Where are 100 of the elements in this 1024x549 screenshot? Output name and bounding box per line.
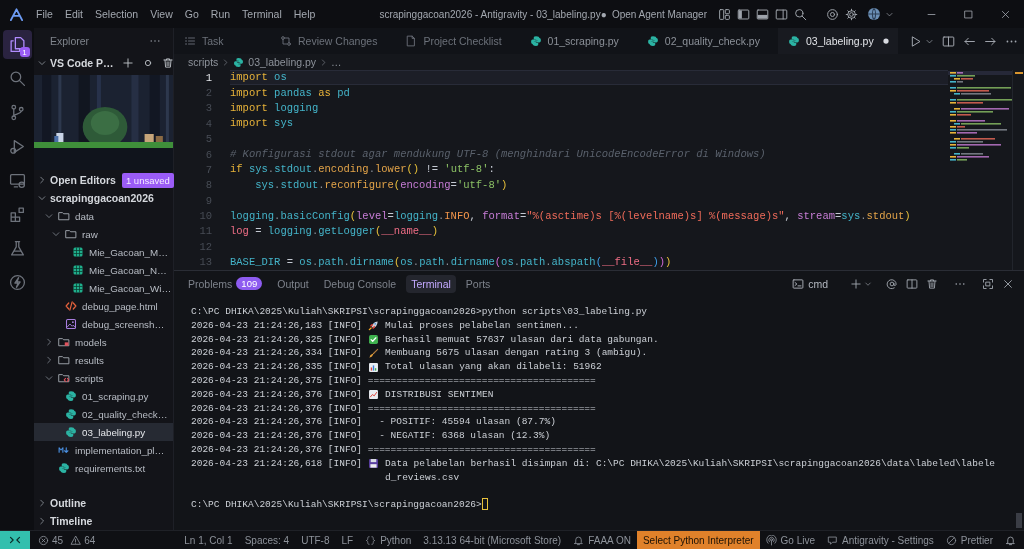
python-icon <box>646 35 659 47</box>
panel-tab[interactable]: Ports <box>460 274 496 293</box>
folder-item[interactable]: models <box>34 333 173 351</box>
secondary-sidebar-toggle-icon[interactable] <box>775 7 788 21</box>
folder-item[interactable]: raw <box>34 225 173 243</box>
plus-icon[interactable] <box>850 277 862 290</box>
tree-item[interactable]: Mie_Gacoan_M… <box>34 243 173 261</box>
breadcrumb-item[interactable]: scripts <box>188 56 219 68</box>
status-item[interactable]: UTF-8 <box>295 531 336 549</box>
tree-item[interactable]: debug_page.html <box>34 297 173 315</box>
breadcrumb-item[interactable]: 03_labeling.py <box>248 56 317 68</box>
globe-icon[interactable] <box>867 7 881 21</box>
status-item[interactable]: Select Python Interpreter <box>636 531 760 549</box>
layout-icon[interactable] <box>718 7 731 21</box>
editor-tab[interactable]: 01_scraping.py <box>519 28 637 54</box>
code-minimap[interactable] <box>948 71 1012 163</box>
split-terminal-icon[interactable] <box>906 277 918 290</box>
tree-item[interactable]: debug_screensh… <box>34 315 173 333</box>
tree-item[interactable]: implementation_pl… <box>34 441 173 459</box>
status-item[interactable]: 3.13.13 64-bit (Microsoft Store) <box>417 531 568 549</box>
folder-icon <box>58 336 70 348</box>
notifications-icon[interactable] <box>1005 534 1016 546</box>
menu-item[interactable]: Edit <box>58 8 89 20</box>
editor-tab[interactable]: Project Checklist <box>395 28 520 54</box>
split-editor-icon[interactable] <box>942 34 955 48</box>
editor-tab[interactable]: Task <box>174 28 270 54</box>
ring-icon[interactable] <box>826 7 839 21</box>
maximize-icon[interactable] <box>963 8 974 20</box>
status-item[interactable]: FAAA ON <box>567 531 637 549</box>
code-line: # Konfigurasi stdout agar mendukung UTF-8 (menghindari UnicodeEncodeError di Windows) <box>230 148 766 162</box>
bar-chart-icon <box>368 361 380 373</box>
folder-item[interactable]: data <box>34 207 173 225</box>
explorer-button[interactable]: 1 <box>2 30 32 59</box>
broadcast-icon <box>765 534 777 546</box>
status-item[interactable]: Python <box>359 531 418 549</box>
section-header[interactable]: Timeline <box>34 512 93 530</box>
agent-manager-button[interactable]: Open Agent Manager <box>607 8 711 20</box>
menu-item[interactable]: Run <box>204 8 237 20</box>
code-line: BASE_DIR = os.path.dirname(os.path.dirname(os.path.abspath(__file__))) <box>230 255 672 269</box>
menu-item[interactable]: Help <box>287 8 322 20</box>
breadcrumb-item[interactable]: … <box>331 56 342 68</box>
status-item[interactable]: Prettier <box>939 531 999 549</box>
editor-tab[interactable]: 02_quality_check.py <box>636 28 778 54</box>
menu-item[interactable]: View <box>144 8 179 20</box>
close-icon[interactable] <box>1000 8 1011 20</box>
run-icon[interactable] <box>909 34 922 48</box>
maximize-panel-icon[interactable] <box>982 277 994 290</box>
menu-item[interactable]: Go <box>178 8 205 20</box>
plus-icon[interactable] <box>121 57 134 69</box>
remote-button[interactable] <box>0 531 30 549</box>
settings-icon[interactable] <box>845 7 858 21</box>
tree-item[interactable]: 01_scraping.py <box>34 387 173 405</box>
trash-icon[interactable] <box>161 57 174 69</box>
status-item[interactable]: Go Live <box>759 531 822 549</box>
tree-item[interactable]: 02_quality_check… <box>34 405 173 423</box>
sidebar-toggle-icon[interactable] <box>737 7 750 21</box>
branch-icon <box>8 104 26 121</box>
tree-item[interactable]: 03_labeling.py <box>34 423 173 441</box>
panel-tab[interactable]: Terminal <box>406 274 456 293</box>
status-item[interactable]: Ln 1, Col 1 <box>178 531 239 549</box>
check-mark-icon <box>368 334 380 346</box>
panel-tab[interactable]: Debug Console <box>318 274 402 293</box>
tree-item[interactable]: Mie_Gacoan_Wi… <box>34 279 173 297</box>
search-icon[interactable] <box>794 7 807 21</box>
trash-icon[interactable] <box>926 277 938 290</box>
folder-item[interactable]: scripts <box>34 369 173 387</box>
editor-tab[interactable]: Review Changes <box>270 28 396 54</box>
status-item[interactable]: LF <box>335 531 360 549</box>
app-logo-icon[interactable] <box>9 6 24 22</box>
status-item[interactable]: Antigravity - Settings <box>821 531 940 549</box>
status-item[interactable]: Spaces: 4 <box>238 531 296 549</box>
section-header[interactable]: Open Editors 1 unsaved <box>34 171 174 189</box>
scrollbar-thumb[interactable] <box>1016 513 1022 528</box>
close-icon[interactable] <box>1002 277 1014 290</box>
log-prefix: 2026-04-23 21:24:26,335 [INFO] <box>191 360 363 374</box>
at-sign-icon[interactable] <box>886 277 898 290</box>
menu-item[interactable]: Selection <box>89 8 145 20</box>
log-prefix: 2026-04-23 21:24:26,325 [INFO] <box>191 332 363 347</box>
panel-tab[interactable]: Problems 109 <box>183 274 268 293</box>
menu-item[interactable]: Terminal <box>236 8 288 20</box>
log-prefix: 2026-04-23 21:24:26,618 [INFO] <box>191 456 363 471</box>
folder-item[interactable]: results <box>34 351 173 369</box>
problems-button[interactable]: 45 64 <box>38 534 96 546</box>
terminal-profile-button[interactable]: cmd <box>792 277 828 290</box>
tree-item[interactable]: requirements.txt <box>34 459 173 477</box>
section-header[interactable]: Outline <box>34 494 87 512</box>
terminal-text: 2026-04-23 21:24:26,376 [INFO] ======================================== <box>191 443 596 455</box>
blocks-icon <box>8 206 26 223</box>
panel-tab[interactable]: Output <box>272 274 314 293</box>
section-header[interactable]: scrapinggacoan2026 <box>34 189 154 207</box>
search-icon <box>8 70 26 87</box>
editor-tab[interactable]: 03_labeling.py <box>777 28 898 54</box>
remote-icon <box>9 534 21 546</box>
menu-item[interactable]: File <box>30 8 59 20</box>
log-message: Data pelabelan berhasil disimpan di: C:\PC DHIKA\2025\Kuliah\SKRIPSI\scrapinggacoan2026\data\labeled\labeled_reviews.csv <box>385 456 997 485</box>
chevron-down-icon[interactable] <box>864 279 872 288</box>
monitor-icon <box>8 172 26 189</box>
panel-toggle-icon[interactable] <box>756 7 769 21</box>
tree-item[interactable]: Mie_Gacoan_N… <box>34 261 173 279</box>
section-header[interactable]: VS Code P… <box>34 54 114 72</box>
